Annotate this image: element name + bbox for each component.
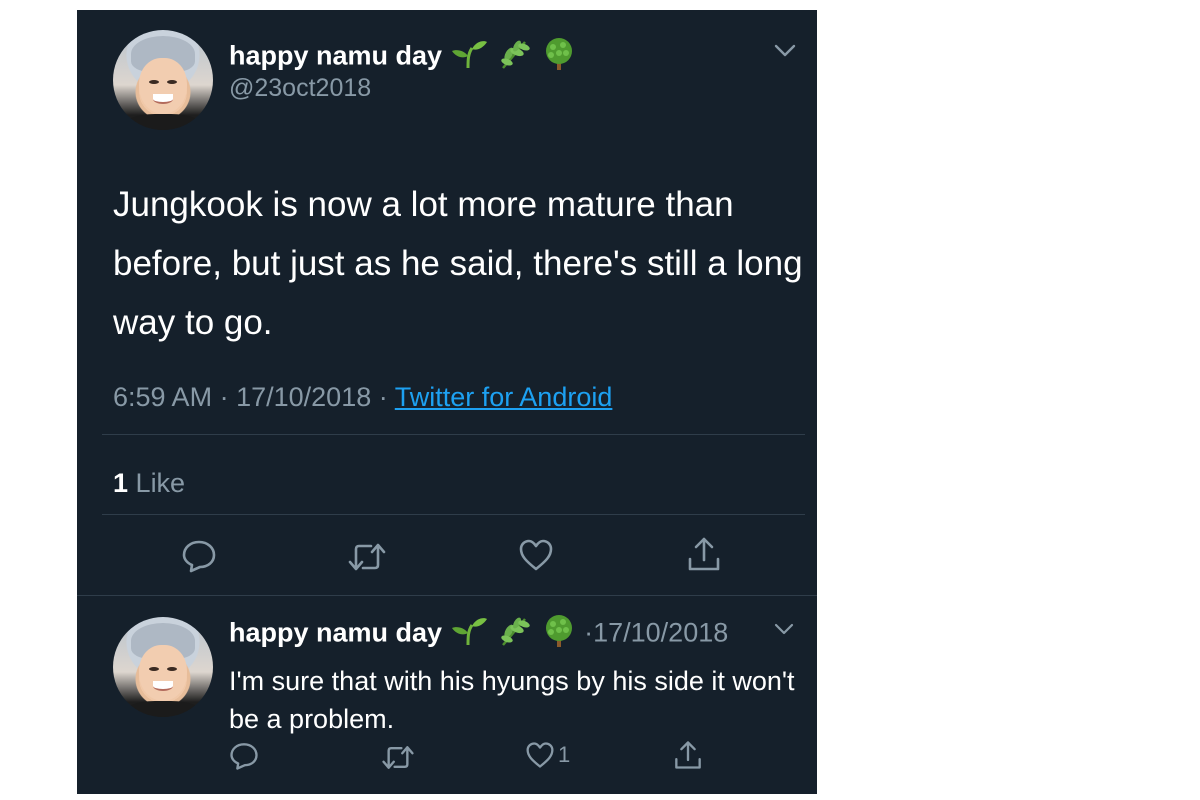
tree-icon (541, 36, 577, 79)
separator: · (378, 382, 388, 412)
share-icon (688, 537, 720, 571)
avatar[interactable] (113, 30, 213, 130)
reply-reply-button[interactable] (229, 741, 259, 771)
divider (102, 514, 805, 515)
tweet-date: 17/10/2018 (236, 382, 372, 412)
display-name-text: happy namu day (229, 40, 443, 71)
reply-date[interactable]: 17/10/2018 (593, 618, 728, 648)
reply-like-count: 1 (558, 742, 571, 767)
reply-share-button[interactable] (673, 739, 703, 771)
heart-icon (519, 539, 553, 571)
chevron-down-icon[interactable] (774, 44, 796, 63)
like-button[interactable] (518, 538, 554, 572)
likes-label: Like (135, 468, 186, 498)
share-icon (675, 741, 701, 769)
separator: · (219, 382, 229, 412)
likes-count[interactable]: 1 Like (113, 468, 185, 499)
reply-icon (182, 540, 216, 573)
display-name[interactable]: happy namu day (229, 36, 577, 79)
reply-text: I'm sure that with his hyungs by his sid… (229, 666, 795, 734)
reply-icon (230, 743, 258, 770)
tweet-text: Jungkook is now a lot more mature than b… (113, 185, 803, 342)
reply-display-name[interactable]: happy namu day ·17/10/2018 (229, 613, 728, 656)
reply-avatar[interactable] (113, 617, 213, 717)
divider (77, 595, 817, 596)
seedling-icon (450, 38, 488, 77)
likes-number: 1 (113, 468, 129, 498)
heart-icon (526, 742, 554, 768)
share-button[interactable] (686, 535, 722, 573)
handle[interactable]: @23oct2018 (229, 74, 371, 103)
divider (102, 434, 805, 435)
herb-icon (495, 615, 533, 654)
reply-button[interactable] (181, 538, 217, 574)
source-link[interactable]: Twitter for Android (395, 382, 613, 412)
tweet-meta: 6:59 AM · 17/10/2018 · Twitter for Andro… (113, 382, 612, 413)
tree-icon (541, 613, 577, 656)
tweet-panel: happy namu day @23oct2018 Jungkook is no… (77, 10, 817, 794)
seedling-icon (450, 615, 488, 654)
retweet-icon (348, 543, 386, 571)
reply-display-name-text: happy namu day (229, 617, 443, 648)
reply-like-button[interactable]: 1 (525, 741, 570, 769)
retweet-icon (382, 746, 414, 769)
retweet-button[interactable] (347, 540, 387, 574)
reply-retweet-button[interactable] (381, 743, 415, 772)
reply-separator: · (584, 617, 594, 648)
tweet-time: 6:59 AM (113, 382, 213, 412)
chevron-down-icon[interactable] (774, 623, 794, 641)
herb-icon (495, 38, 533, 77)
